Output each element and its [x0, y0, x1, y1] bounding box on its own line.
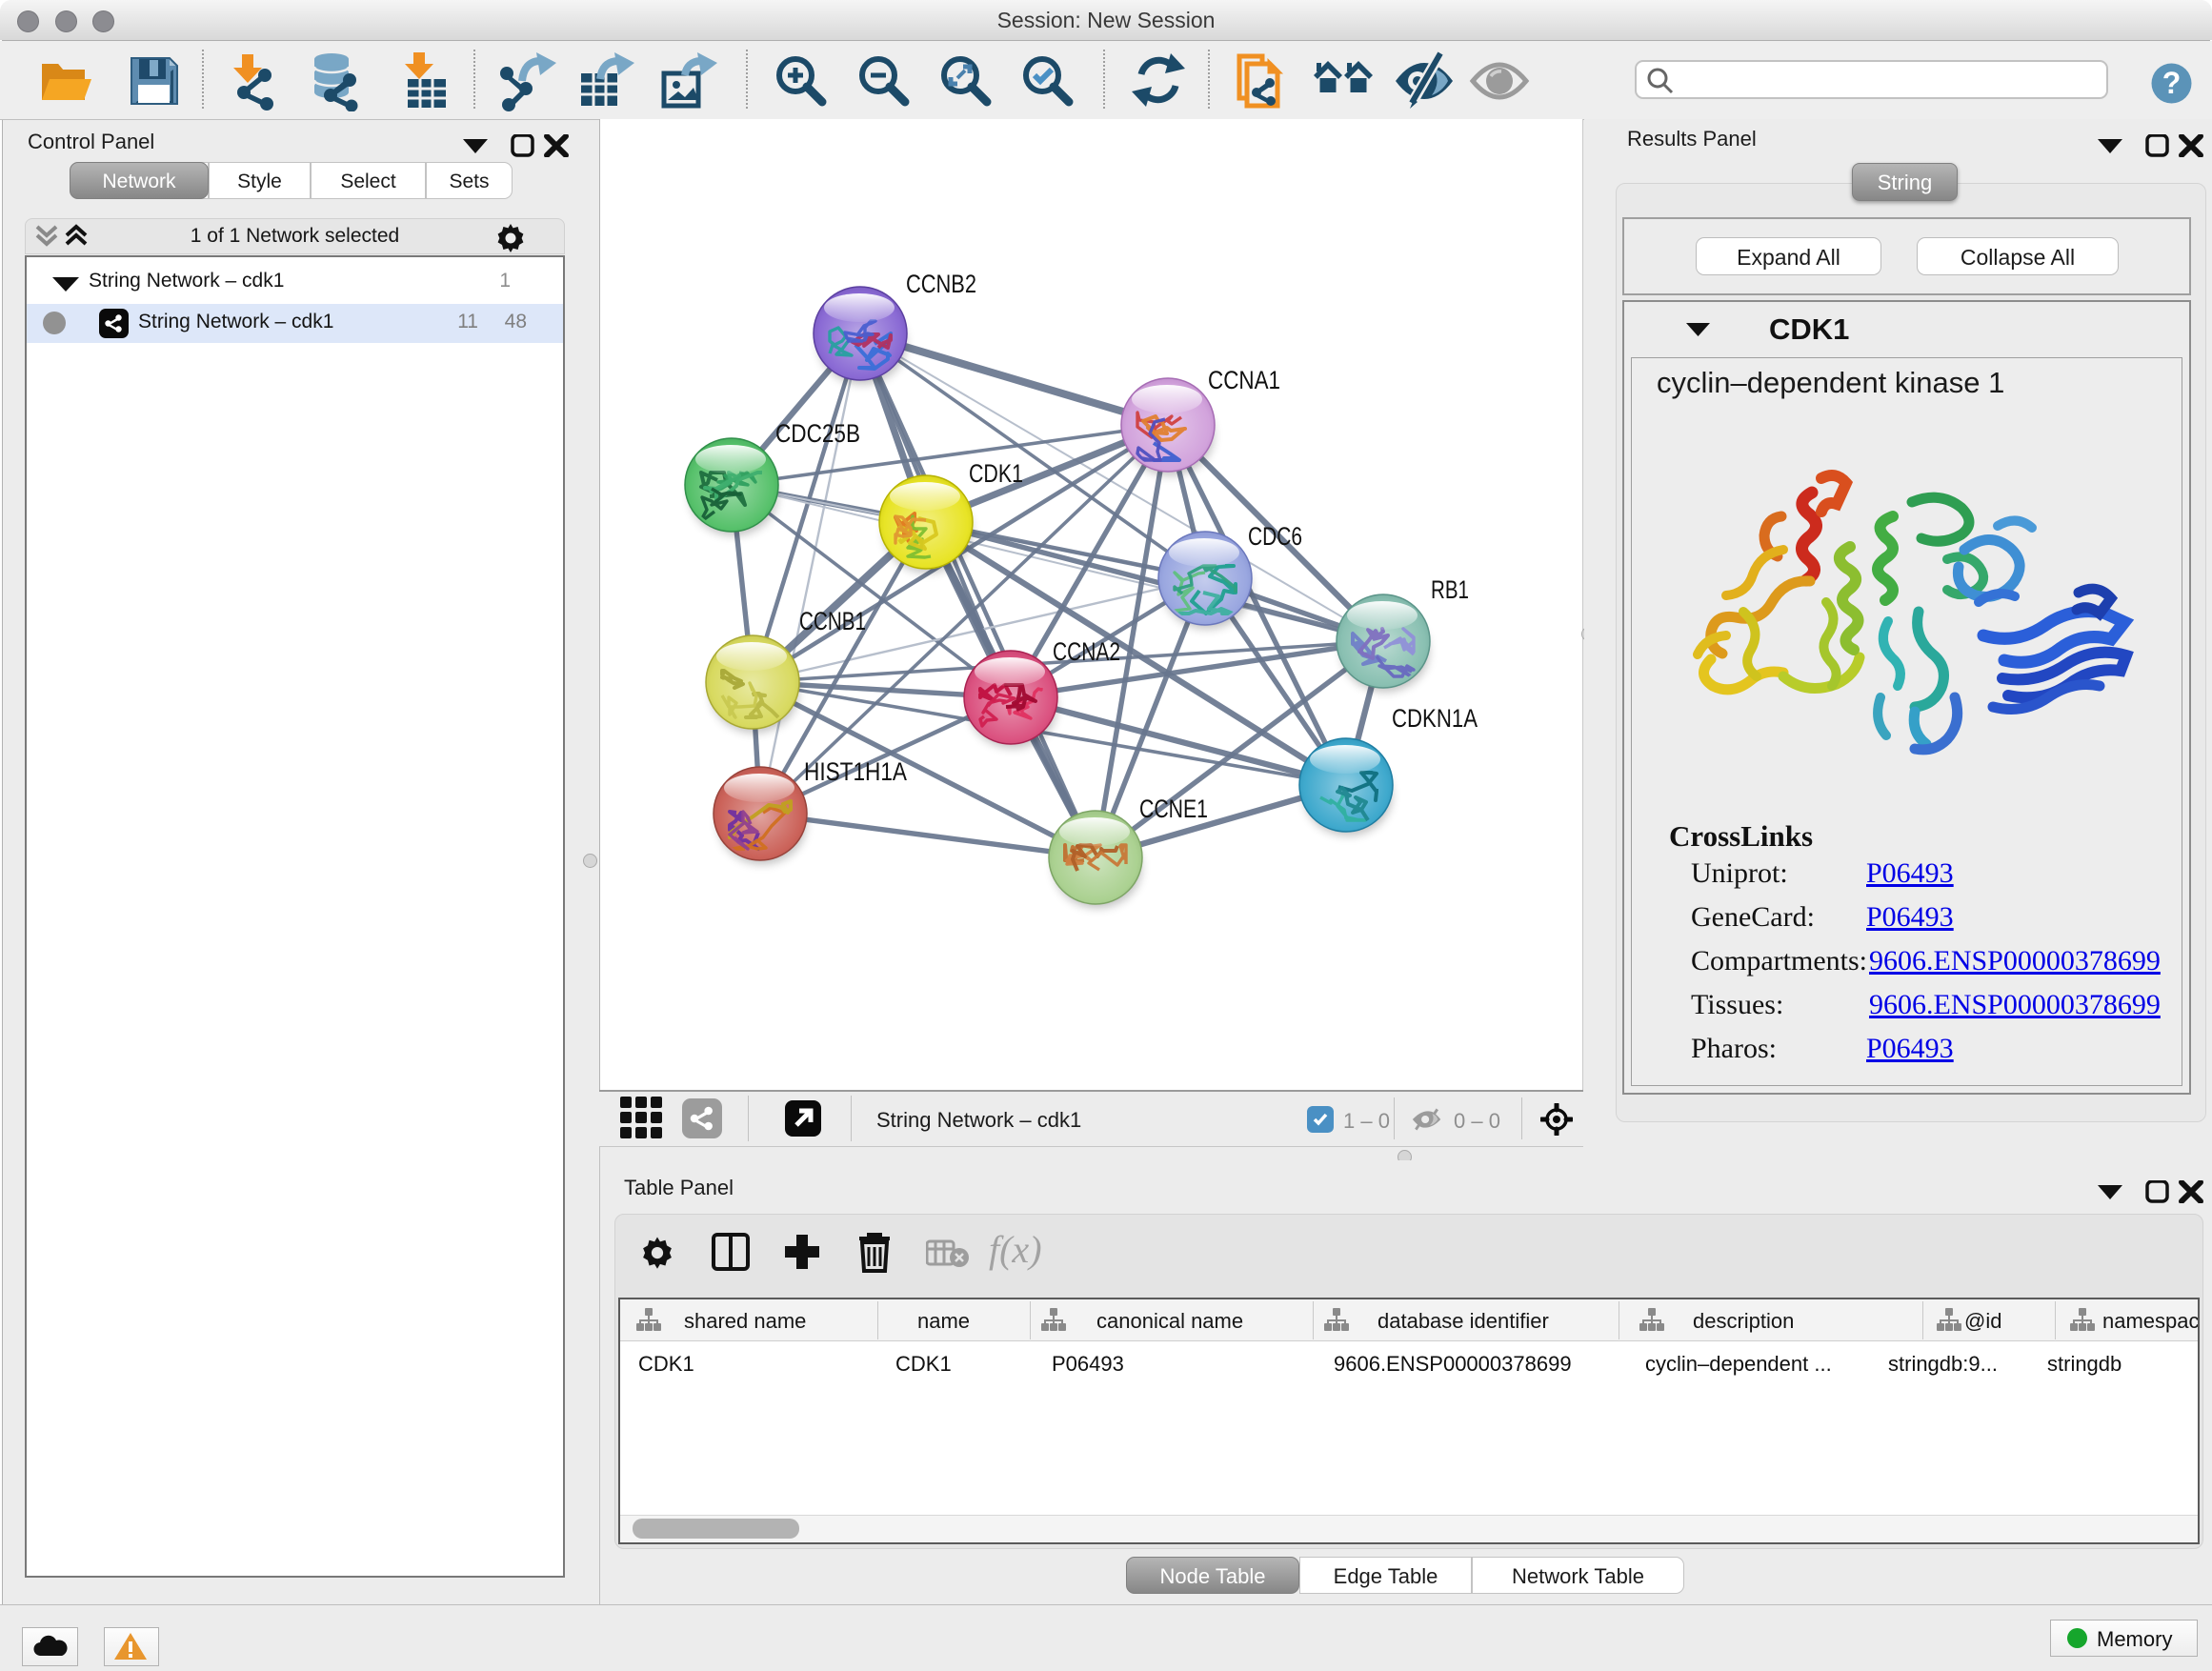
svg-text:RB1: RB1: [1431, 575, 1469, 604]
svg-text:CCNA2: CCNA2: [1053, 637, 1120, 666]
svg-text:CDC25B: CDC25B: [775, 419, 860, 448]
svg-text:CCNB1: CCNB1: [799, 607, 866, 635]
svg-text:CDK1: CDK1: [969, 459, 1023, 488]
svg-text:?: ?: [2162, 66, 2182, 100]
svg-text:HIST1H1A: HIST1H1A: [804, 757, 907, 786]
svg-text:CCNA1: CCNA1: [1208, 366, 1280, 394]
svg-text:CCNE1: CCNE1: [1139, 795, 1208, 823]
svg-text:CCNB2: CCNB2: [906, 270, 976, 298]
svg-text:CDC6: CDC6: [1248, 522, 1302, 551]
svg-text:CDKN1A: CDKN1A: [1392, 704, 1478, 733]
